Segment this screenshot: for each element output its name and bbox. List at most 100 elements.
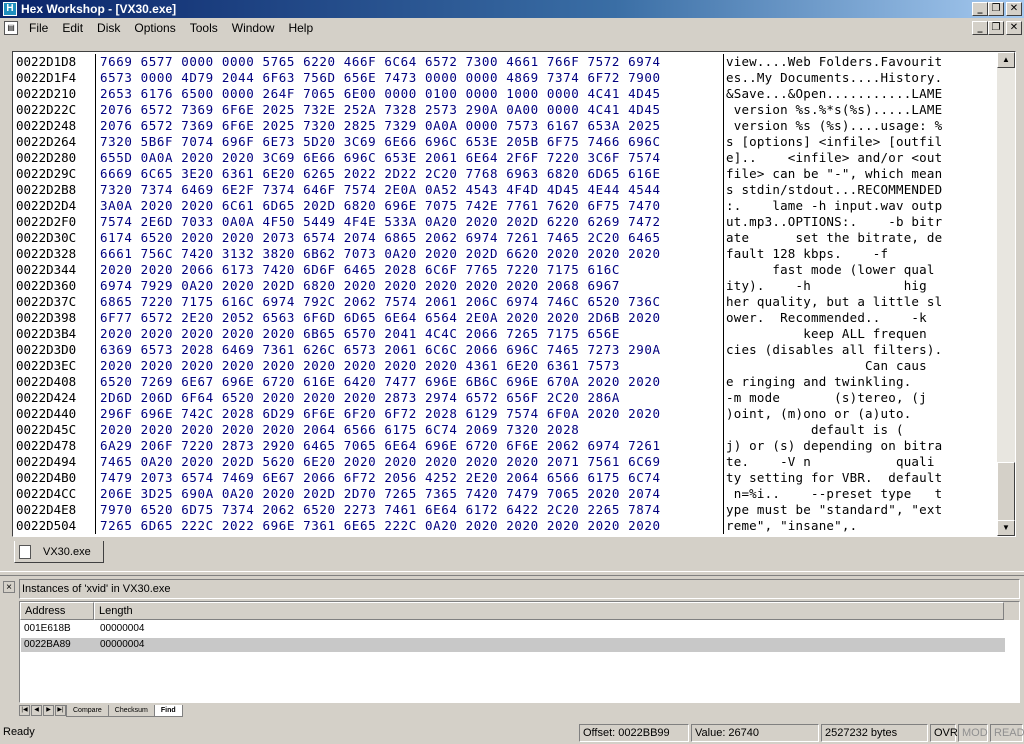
hex-row[interactable]: 0022D4E8 7970 6520 6D75 7374 2062 6520 22… [15, 502, 995, 518]
hex-row[interactable]: 0022D1F4 6573 0000 4D79 2044 6F63 756D 65… [15, 70, 995, 86]
hex-row-ascii[interactable]: fast mode (lower qual [723, 262, 935, 278]
hex-row[interactable]: 0022D408 6520 7269 6E67 696E 6720 616E 64… [15, 374, 995, 390]
hex-row-bytes[interactable]: 7574 2E6D 7033 0A0A 4F50 5449 4F4E 533A … [95, 214, 723, 230]
hex-row-ascii[interactable]: e ringing and twinkling. [723, 374, 942, 390]
hex-row-ascii[interactable]: n=%i.. --preset type t [723, 486, 942, 502]
hex-row-ascii[interactable]: keep ALL frequen [723, 326, 927, 342]
hex-row-bytes[interactable]: 7320 5B6F 7074 696F 6E73 5D20 3C69 6E66 … [95, 134, 723, 150]
hex-row-ascii[interactable]: te. -V n quali [723, 454, 935, 470]
hex-row[interactable]: 0022D328 6661 756C 7420 3132 3820 6B62 70… [15, 246, 995, 262]
menu-window[interactable]: Window [225, 21, 282, 35]
hex-row-bytes[interactable]: 6974 7929 0A20 2020 202D 6820 2020 2020 … [95, 278, 723, 294]
hex-row[interactable]: 0022D424 2D6D 206D 6F64 6520 2020 2020 20… [15, 390, 995, 406]
hex-row-bytes[interactable]: 2653 6176 6500 0000 264F 7065 6E00 0000 … [95, 86, 723, 102]
last-tab-arrow-icon[interactable]: ▶| [55, 705, 66, 716]
hex-row-ascii[interactable]: default is ( [723, 422, 904, 438]
hex-row-ascii[interactable]: ower. Recommended.. -k [723, 310, 942, 326]
hex-row-bytes[interactable]: 6A29 206F 7220 2873 2920 6465 7065 6E64 … [95, 438, 723, 454]
hex-row[interactable]: 0022D37C 6865 7220 7175 616C 6974 792C 20… [15, 294, 995, 310]
hex-row[interactable]: 0022D248 2076 6572 7369 6F6E 2025 7320 28… [15, 118, 995, 134]
hex-row[interactable]: 0022D29C 6669 6C65 3E20 6361 6E20 6265 20… [15, 166, 995, 182]
hex-row[interactable]: 0022D504 7265 6D65 222C 2022 696E 7361 6E… [15, 518, 995, 534]
hex-row-bytes[interactable]: 2020 2020 2020 2020 2020 2064 6566 6175 … [95, 422, 723, 438]
hex-row[interactable]: 0022D280 655D 0A0A 2020 2020 3C69 6E66 69… [15, 150, 995, 166]
hex-row-bytes[interactable]: 7479 2073 6574 7469 6E67 2066 6F72 2056 … [95, 470, 723, 486]
list-item-selected[interactable]: 0022BA89 00000004 [21, 638, 1005, 652]
hex-row-ascii[interactable]: cies (disables all filters). [723, 342, 942, 358]
hex-row-ascii[interactable]: ty setting for VBR. default [723, 470, 942, 486]
hex-row-bytes[interactable]: 7669 6577 0000 0000 5765 6220 466F 6C64 … [95, 54, 723, 70]
menu-disk[interactable]: Disk [90, 21, 127, 35]
hex-row[interactable]: 0022D30C 6174 6520 2020 2020 2073 6574 20… [15, 230, 995, 246]
tab-checksum[interactable]: Checksum [107, 705, 155, 717]
hex-row[interactable]: 0022D478 6A29 206F 7220 2873 2920 6465 70… [15, 438, 995, 454]
scroll-down-arrow-icon[interactable]: ▼ [997, 520, 1015, 536]
hex-row-ascii[interactable]: &Save...&Open...........LAME [723, 86, 942, 102]
doc-minimize-button[interactable]: _ [972, 21, 988, 35]
hex-row-bytes[interactable]: 6573 0000 4D79 2044 6F63 756D 656E 7473 … [95, 70, 723, 86]
hex-row-ascii[interactable]: fault 128 kbps. -f [723, 246, 942, 262]
hex-row-bytes[interactable]: 7970 6520 6D75 7374 2062 6520 2273 7461 … [95, 502, 723, 518]
hex-row-ascii[interactable]: version %s.%*s(%s).....LAME [723, 102, 942, 118]
hex-row-ascii[interactable]: her quality, but a little sl [723, 294, 942, 310]
hex-row[interactable]: 0022D4B0 7479 2073 6574 7469 6E67 2066 6F… [15, 470, 995, 486]
hex-row-bytes[interactable]: 6520 7269 6E67 696E 6720 616E 6420 7477 … [95, 374, 723, 390]
doc-restore-button[interactable]: ❐ [988, 21, 1004, 35]
tab-find[interactable]: Find [153, 705, 183, 717]
hex-row-ascii[interactable]: e].. <infile> and/or <out [723, 150, 942, 166]
close-button[interactable]: ✕ [1006, 2, 1022, 16]
hex-row-bytes[interactable]: 7320 7374 6469 6E2F 7374 646F 7574 2E0A … [95, 182, 723, 198]
hex-row-ascii[interactable]: -m mode (s)tereo, (j [723, 390, 927, 406]
hex-row-bytes[interactable]: 655D 0A0A 2020 2020 3C69 6E66 696C 653E … [95, 150, 723, 166]
hex-row-ascii[interactable]: ity). -h hig [723, 278, 927, 294]
hex-row-bytes[interactable]: 3A0A 2020 2020 6C61 6D65 202D 6820 696E … [95, 198, 723, 214]
hex-row-bytes[interactable]: 6F77 6572 2E20 2052 6563 6F6D 6D65 6E64 … [95, 310, 723, 326]
hex-row[interactable]: 0022D3D0 6369 6573 2028 6469 7361 626C 65… [15, 342, 995, 358]
list-item[interactable]: 001E618B 00000004 [21, 622, 1005, 636]
column-address[interactable]: Address [20, 602, 94, 620]
restore-button[interactable]: ❐ [988, 2, 1004, 16]
panel-close-icon[interactable]: × [3, 581, 15, 593]
hex-row[interactable]: 0022D398 6F77 6572 2E20 2052 6563 6F6D 6D… [15, 310, 995, 326]
hex-row[interactable]: 0022D3EC 2020 2020 2020 2020 2020 2020 20… [15, 358, 995, 374]
hex-row-ascii[interactable]: ut.mp3..OPTIONS:. -b bitr [723, 214, 942, 230]
hex-row-bytes[interactable]: 6669 6C65 3E20 6361 6E20 6265 2022 2D22 … [95, 166, 723, 182]
hex-row[interactable]: 0022D45C 2020 2020 2020 2020 2020 2064 65… [15, 422, 995, 438]
hex-row-bytes[interactable]: 296F 696E 742C 2028 6D29 6F6E 6F20 6F72 … [95, 406, 723, 422]
document-tab-vx30[interactable]: VX30.exe [14, 541, 104, 563]
hex-row[interactable]: 0022D344 2020 2020 2066 6173 7420 6D6F 64… [15, 262, 995, 278]
hex-row-ascii[interactable]: es..My Documents....History. [723, 70, 942, 86]
minimize-button[interactable]: _ [972, 2, 988, 16]
hex-row[interactable]: 0022D2D4 3A0A 2020 2020 6C61 6D65 202D 68… [15, 198, 995, 214]
hex-row-bytes[interactable]: 2020 2020 2020 2020 2020 2020 2020 2020 … [95, 358, 723, 374]
hex-row-bytes[interactable]: 206E 3D25 690A 0A20 2020 202D 2D70 7265 … [95, 486, 723, 502]
hex-row[interactable]: 0022D440 296F 696E 742C 2028 6D29 6F6E 6F… [15, 406, 995, 422]
hex-row-ascii[interactable]: ate set the bitrate, de [723, 230, 942, 246]
hex-row-bytes[interactable]: 2020 2020 2020 2020 2020 6B65 6570 2041 … [95, 326, 723, 342]
menu-tools[interactable]: Tools [183, 21, 225, 35]
hex-row-bytes[interactable]: 7265 6D65 222C 2022 696E 7361 6E65 222C … [95, 518, 723, 534]
hex-row-bytes[interactable]: 2076 6572 7369 6F6E 2025 7320 2825 7329 … [95, 118, 723, 134]
vertical-scrollbar[interactable]: ▲ ▼ [997, 52, 1015, 536]
hex-row-ascii[interactable]: :. lame -h input.wav outp [723, 198, 942, 214]
hex-row-bytes[interactable]: 2D6D 206D 6F64 6520 2020 2020 2020 2873 … [95, 390, 723, 406]
hex-row-bytes[interactable]: 6369 6573 2028 6469 7361 626C 6573 2061 … [95, 342, 723, 358]
prev-tab-arrow-icon[interactable]: ◀ [31, 705, 42, 716]
doc-close-button[interactable]: ✕ [1006, 21, 1022, 35]
hex-row-ascii[interactable]: version %s (%s)....usage: % [723, 118, 942, 134]
scroll-up-arrow-icon[interactable]: ▲ [997, 52, 1015, 68]
hex-row[interactable]: 0022D3B4 2020 2020 2020 2020 2020 6B65 65… [15, 326, 995, 342]
hex-row-ascii[interactable]: s [options] <infile> [outfil [723, 134, 942, 150]
hex-row[interactable]: 0022D2B8 7320 7374 6469 6E2F 7374 646F 75… [15, 182, 995, 198]
hex-row-ascii[interactable]: reme", "insane",. [723, 518, 935, 534]
hex-row[interactable]: 0022D4CC 206E 3D25 690A 0A20 2020 202D 2D… [15, 486, 995, 502]
hex-row-bytes[interactable]: 2076 6572 7369 6F6E 2025 732E 252A 7328 … [95, 102, 723, 118]
menu-options[interactable]: Options [127, 21, 182, 35]
hex-row[interactable]: 0022D22C 2076 6572 7369 6F6E 2025 732E 25… [15, 102, 995, 118]
hex-row-ascii[interactable]: ype must be "standard", "ext [723, 502, 942, 518]
hex-row-bytes[interactable]: 6174 6520 2020 2020 2073 6574 2074 6865 … [95, 230, 723, 246]
hex-row-bytes[interactable]: 2020 2020 2066 6173 7420 6D6F 6465 2028 … [95, 262, 723, 278]
hex-row-bytes[interactable]: 6865 7220 7175 616C 6974 792C 2062 7574 … [95, 294, 723, 310]
first-tab-arrow-icon[interactable]: |◀ [19, 705, 30, 716]
hex-row-bytes[interactable]: 6661 756C 7420 3132 3820 6B62 7073 0A20 … [95, 246, 723, 262]
